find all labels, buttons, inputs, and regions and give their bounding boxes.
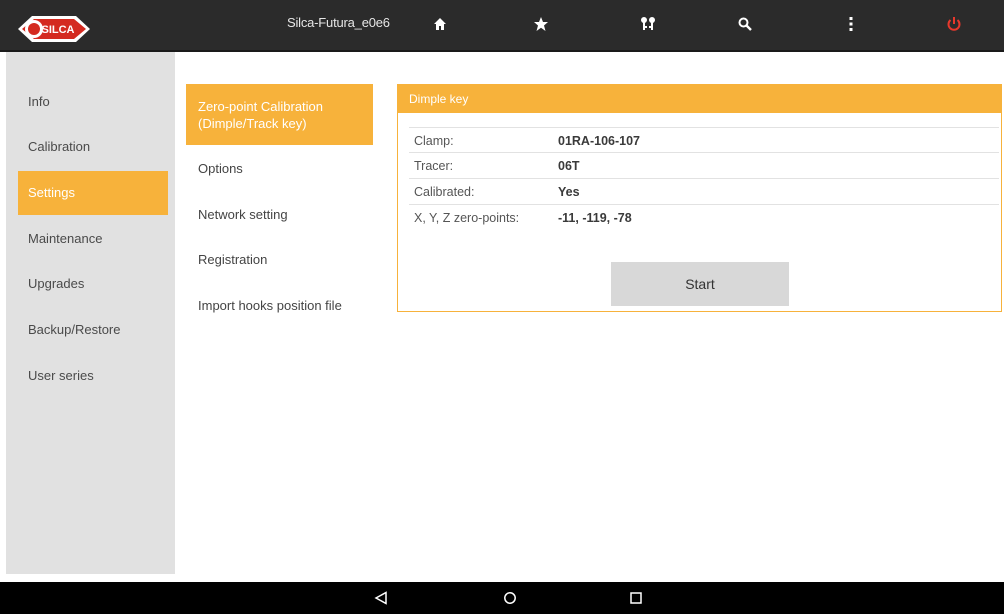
sidebar: Info Calibration Settings Maintenance Up…: [6, 52, 175, 574]
recents-icon[interactable]: [626, 588, 646, 608]
row-label: Calibrated:: [414, 185, 475, 199]
info-row-zero-points: X, Y, Z zero-points: -11, -119, -78: [409, 205, 999, 231]
submenu-item-import-hooks[interactable]: Import hooks position file: [186, 298, 373, 313]
device-name: Silca-Futura_e0e6: [287, 15, 390, 30]
star-icon[interactable]: [529, 12, 553, 36]
sidebar-item-backup-restore[interactable]: Backup/Restore: [18, 308, 168, 352]
sidebar-item-user-series[interactable]: User series: [18, 354, 168, 398]
info-row-tracer: Tracer: 06T: [409, 153, 999, 179]
row-label: Clamp:: [414, 134, 454, 148]
info-row-calibrated: Calibrated: Yes: [409, 179, 999, 205]
row-label: X, Y, Z zero-points:: [414, 211, 520, 225]
dimple-key-panel: Dimple key Clamp: 01RA-106-107 Tracer: 0…: [397, 84, 1002, 312]
info-row-clamp: Clamp: 01RA-106-107: [409, 127, 999, 153]
start-button[interactable]: Start: [611, 262, 789, 306]
silca-logo[interactable]: SILCA: [14, 10, 94, 48]
submenu-item-options[interactable]: Options: [186, 161, 373, 176]
sidebar-item-upgrades[interactable]: Upgrades: [18, 262, 168, 306]
row-value: Yes: [558, 185, 580, 199]
back-icon[interactable]: [371, 588, 391, 608]
sidebar-item-calibration[interactable]: Calibration: [18, 125, 168, 169]
sidebar-item-settings[interactable]: Settings: [18, 171, 168, 215]
power-icon[interactable]: [942, 12, 966, 36]
home-icon[interactable]: [428, 12, 452, 36]
row-value: 01RA-106-107: [558, 134, 640, 148]
sidebar-item-maintenance[interactable]: Maintenance: [18, 217, 168, 261]
keys-icon[interactable]: [636, 12, 660, 36]
row-value: -11, -119, -78: [558, 211, 632, 225]
system-nav-bar: [0, 582, 1004, 614]
svg-text:SILCA: SILCA: [42, 24, 75, 36]
search-icon[interactable]: [733, 12, 757, 36]
home-circle-icon[interactable]: [500, 588, 520, 608]
submenu-item-registration[interactable]: Registration: [186, 252, 373, 267]
row-label: Tracer:: [414, 159, 454, 173]
top-bar: SILCA Silca-Futura_e0e6: [0, 0, 1004, 52]
panel-title: Dimple key: [398, 85, 1001, 113]
submenu-item-network-setting[interactable]: Network setting: [186, 207, 373, 222]
submenu-item-zero-point-calibration[interactable]: Zero-point Calibration (Dimple/Track key…: [186, 84, 373, 145]
sidebar-item-info[interactable]: Info: [18, 80, 168, 124]
row-value: 06T: [558, 159, 580, 173]
more-icon[interactable]: [839, 12, 863, 36]
